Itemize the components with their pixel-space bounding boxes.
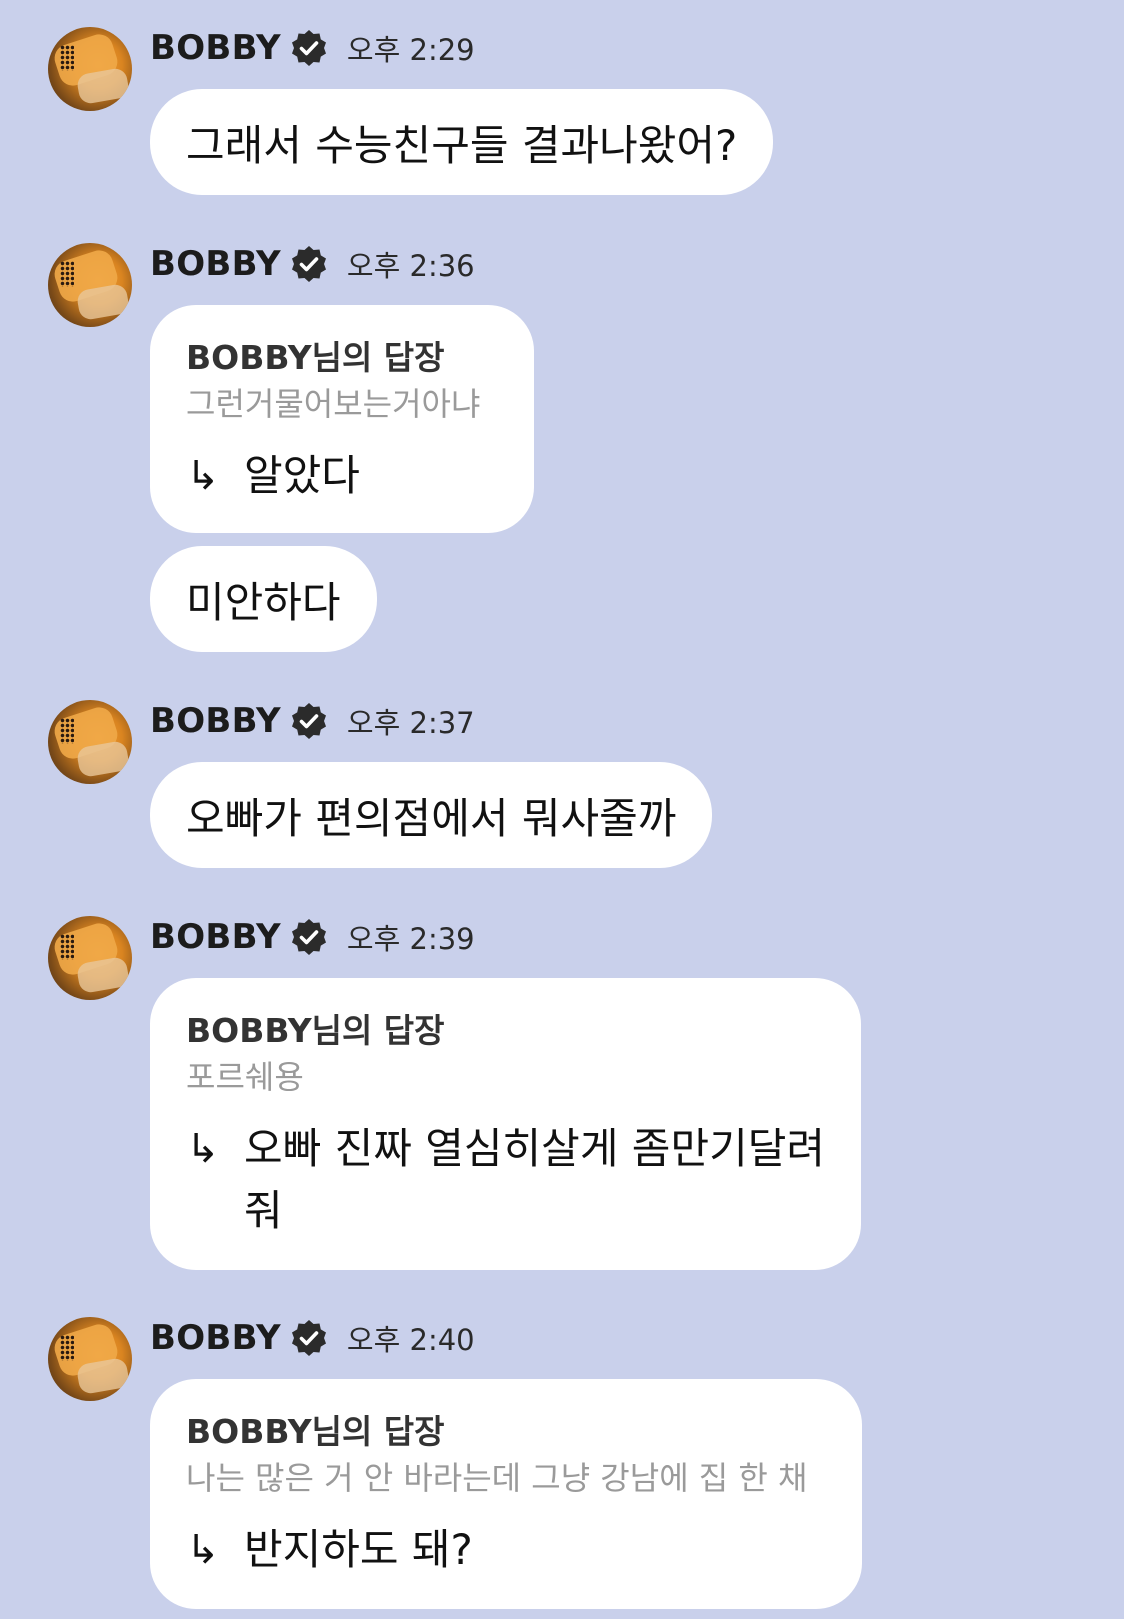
- message-text: 반지하도 돼?: [244, 1525, 473, 1574]
- message-time: 오후 2:40: [346, 1323, 475, 1357]
- message-text: 오빠가 편의점에서 뭐사줄까: [186, 793, 677, 843]
- avatar[interactable]: [48, 1317, 132, 1401]
- avatar[interactable]: [48, 700, 132, 784]
- quoted-message[interactable]: 나는 많은 거 안 바라는데 그냥 강남에 집 한 채: [186, 1455, 826, 1501]
- reply-content: ↳ 반지하도 돼?: [186, 1519, 826, 1581]
- sender-name[interactable]: BOBBY: [150, 917, 281, 957]
- message-header: BOBBY 오후 2:36: [150, 243, 475, 285]
- reply-bubble[interactable]: BOBBY님의 답장 포르쉐용 ↳ 오빠 진짜 열심히살게 좀만기달려줘: [150, 978, 861, 1270]
- reply-to-label: BOBBY님의 답장: [186, 338, 445, 377]
- message-text: 미안하다: [186, 577, 341, 627]
- reply-to-label: BOBBY님의 답장: [186, 1011, 445, 1050]
- sender-name[interactable]: BOBBY: [150, 28, 281, 68]
- sender-name[interactable]: BOBBY: [150, 244, 281, 284]
- message-bubble[interactable]: 그래서 수능친구들 결과나왔어?: [150, 89, 774, 195]
- message-text: 그래서 수능친구들 결과나왔어?: [186, 120, 738, 170]
- message-text: 오빠 진짜 열심히살게 좀만기달려줘: [244, 1124, 826, 1235]
- reply-arrow-icon: ↳: [186, 1126, 220, 1172]
- verified-badge-icon: [291, 703, 326, 739]
- sender-name[interactable]: BOBBY: [150, 1318, 281, 1358]
- message-time: 오후 2:36: [346, 249, 475, 283]
- verified-badge-icon: [291, 246, 326, 282]
- avatar[interactable]: [48, 27, 132, 111]
- message-time: 오후 2:29: [346, 33, 475, 67]
- reply-arrow-icon: ↳: [186, 453, 220, 499]
- message-header: BOBBY 오후 2:37: [150, 700, 475, 742]
- message-header: BOBBY 오후 2:39: [150, 916, 475, 958]
- reply-arrow-icon: ↳: [186, 1527, 220, 1573]
- reply-content: ↳ 오빠 진짜 열심히살게 좀만기달려줘: [186, 1118, 825, 1242]
- quoted-message[interactable]: 그런거물어보는거아냐: [186, 381, 498, 427]
- verified-badge-icon: [291, 919, 326, 955]
- message-bubble[interactable]: 미안하다: [150, 546, 377, 652]
- reply-bubble[interactable]: BOBBY님의 답장 나는 많은 거 안 바라는데 그냥 강남에 집 한 채 ↳…: [150, 1379, 862, 1609]
- reply-to-label: BOBBY님의 답장: [186, 1412, 445, 1451]
- sender-name[interactable]: BOBBY: [150, 701, 281, 741]
- reply-bubble[interactable]: BOBBY님의 답장 그런거물어보는거아냐 ↳ 알았다: [150, 305, 534, 533]
- quoted-message[interactable]: 포르쉐용: [186, 1054, 825, 1100]
- avatar[interactable]: [48, 916, 132, 1000]
- message-header: BOBBY 오후 2:29: [150, 27, 475, 69]
- verified-badge-icon: [291, 30, 326, 66]
- avatar[interactable]: [48, 243, 132, 327]
- chat-thread: BOBBY 오후 2:29 그래서 수능친구들 결과나왔어? BOBBY 오후 …: [0, 0, 1124, 1619]
- message-bubble[interactable]: 오빠가 편의점에서 뭐사줄까: [150, 762, 713, 868]
- message-time: 오후 2:37: [346, 706, 475, 740]
- message-header: BOBBY 오후 2:40: [150, 1317, 475, 1359]
- reply-content: ↳ 알았다: [186, 445, 498, 507]
- verified-badge-icon: [291, 1320, 326, 1356]
- message-text: 알았다: [244, 451, 360, 500]
- message-time: 오후 2:39: [346, 922, 475, 956]
